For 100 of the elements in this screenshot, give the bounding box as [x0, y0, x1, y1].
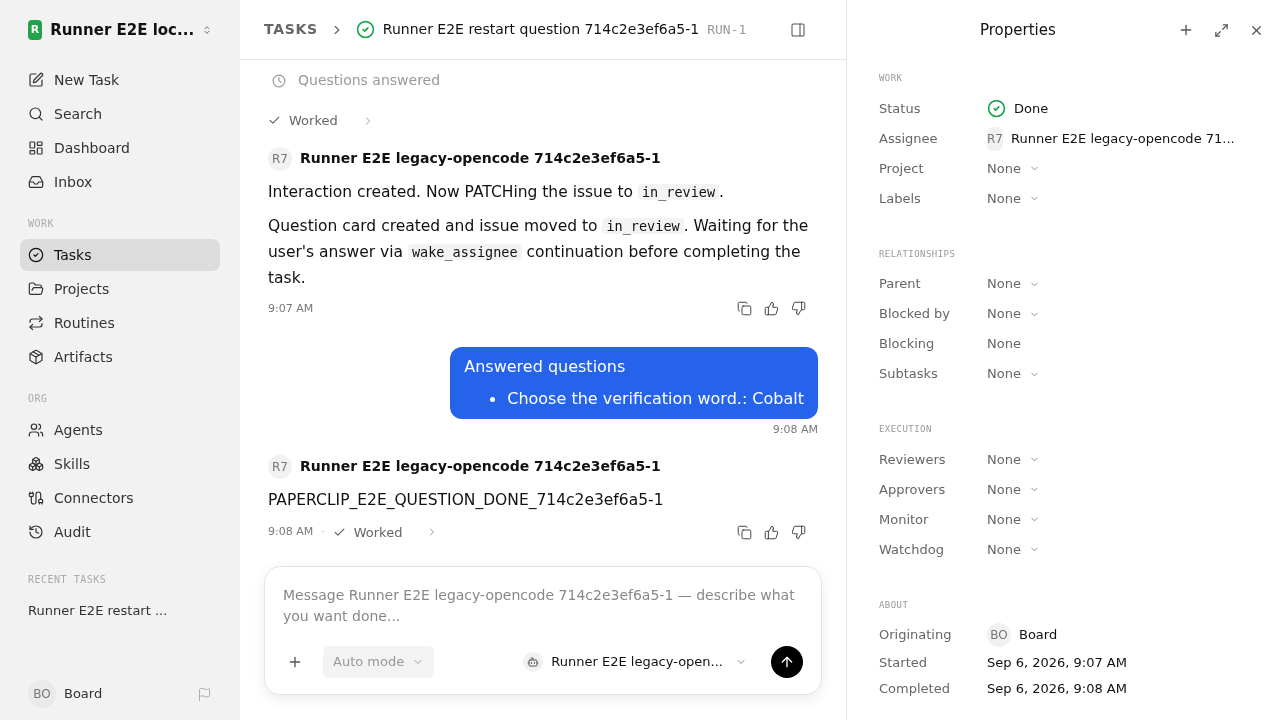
message-title: Answered questions [464, 356, 627, 378]
thumbs-up-icon[interactable] [764, 524, 779, 540]
boxes-icon [28, 456, 44, 472]
author-name: Runner E2E legacy-opencode 714c2e3ef6a5-1 [300, 457, 661, 476]
field-label: Monitor [879, 510, 930, 529]
section-heading: WORK [879, 72, 904, 85]
user-name[interactable]: Board [64, 684, 103, 704]
section-heading: EXECUTION [879, 423, 933, 436]
plus-icon[interactable] [287, 654, 303, 670]
field-label: Reviewers [879, 450, 947, 469]
nav-item[interactable]: Dashboard [20, 132, 220, 164]
nav-item[interactable]: Projects [20, 273, 220, 305]
nav-item[interactable]: Routines [20, 307, 220, 339]
field-label: Subtasks [879, 365, 939, 384]
status-value[interactable]: Done [1014, 98, 1049, 119]
section-heading: WORK [27, 217, 56, 231]
panel-title: Properties [980, 19, 1056, 41]
select-field[interactable]: None [987, 539, 1040, 560]
package-icon [28, 349, 44, 365]
message-text: Interaction created. Now PATCHing the issue to in_review . [268, 181, 725, 203]
folder-icon [28, 281, 44, 297]
field-label: Originating [879, 626, 953, 645]
field-value: None [987, 335, 1021, 354]
person-value[interactable]: Board [1019, 625, 1058, 645]
select-field[interactable]: None [987, 479, 1040, 500]
search-icon [28, 106, 44, 122]
select-field[interactable]: None [987, 304, 1040, 324]
nav-item[interactable]: Tasks [20, 239, 220, 271]
workspace-logo: R [28, 20, 43, 40]
plus-icon[interactable] [1178, 22, 1194, 38]
message-text: Question card created and issue moved to in_review . Waiting for the user's answer via wake_assignee continuation before completing the task. [268, 215, 810, 289]
agent-select[interactable]: Runner E2E legacy-open... [523, 652, 747, 672]
copy-icon[interactable] [737, 524, 752, 540]
dashboard-icon [28, 140, 44, 156]
author-name: Runner E2E legacy-opencode 714c2e3ef6a5-1 [300, 149, 661, 168]
message-text: PAPERCLIP_E2E_QUESTION_DONE_714c2e3ef6a5-1 [268, 489, 665, 511]
field-label: Assignee [879, 129, 939, 148]
recent-task[interactable]: Runner E2E restart ... [20, 601, 220, 621]
nav-item[interactable]: Skills [20, 448, 220, 480]
select-field[interactable]: None [987, 509, 1040, 530]
nav-item[interactable]: Artifacts [20, 341, 220, 373]
worked-toggle[interactable]: Worked [268, 111, 818, 131]
thumbs-down-icon[interactable] [791, 524, 806, 540]
date-value: Sep 6, 2026, 9:07 AM [987, 654, 1127, 673]
check-circle-icon [28, 247, 44, 263]
field-label: Status [879, 99, 922, 118]
thumbs-up-icon[interactable] [764, 301, 779, 317]
workspace-name[interactable]: Runner E2E loc... [50, 18, 195, 42]
select-field[interactable]: None [987, 274, 1040, 294]
nav-item[interactable]: Connectors [20, 482, 220, 514]
history-icon [28, 524, 44, 540]
field-label: Parent [879, 275, 922, 294]
users-icon [28, 422, 44, 438]
field-label: Started [879, 654, 928, 673]
field-label: Blocking [879, 335, 936, 354]
answer-text: Choose the verification word.: Cobalt [507, 388, 804, 410]
bot-icon [523, 652, 544, 672]
avatar: BO [987, 623, 1011, 647]
section-heading: ORG [27, 392, 49, 406]
inbox-icon [28, 174, 44, 190]
message-input[interactable]: Message Runner E2E legacy-opencode 714c2e3ef6a5-1 — describe what you want done... [283, 585, 803, 627]
chevrons-icon[interactable] [202, 23, 212, 37]
select-field[interactable]: None [987, 188, 1040, 209]
select-field[interactable]: None [987, 158, 1040, 179]
nav-item[interactable]: Agents [20, 414, 220, 446]
edit-icon [28, 72, 44, 88]
panel-toggle-icon[interactable] [790, 21, 806, 38]
worked-toggle[interactable]: Worked [332, 522, 439, 542]
select-field[interactable]: None [987, 364, 1040, 384]
field-label: Completed [879, 680, 951, 699]
task-title: Runner E2E restart question 714c2e3ef6a5-1 [382, 20, 700, 39]
nav-item[interactable]: Audit [20, 516, 220, 548]
field-label: Approvers [879, 480, 947, 499]
section-heading: RELATIONSHIPS [879, 247, 957, 261]
nav-item[interactable]: Search [20, 98, 220, 130]
separator-dot: · [321, 524, 325, 540]
person-value[interactable]: Runner E2E legacy-opencode 71... [1011, 128, 1235, 149]
check-circle-icon [355, 20, 375, 39]
event-text: Questions answered [298, 71, 441, 90]
expand-icon[interactable] [1214, 22, 1229, 38]
check-circle-icon [987, 99, 1006, 118]
clock-icon [272, 73, 286, 88]
repeat-icon [28, 315, 44, 331]
plug-icon [28, 490, 44, 506]
avatar: BO [28, 680, 56, 708]
field-label: Labels [879, 189, 922, 208]
section-heading: RECENT TASKS [27, 573, 108, 587]
thumbs-down-icon[interactable] [791, 301, 806, 317]
nav-item[interactable]: New Task [20, 64, 220, 96]
copy-icon[interactable] [737, 301, 752, 317]
run-id: RUN-1 [707, 20, 747, 39]
composer[interactable]: Message Runner E2E legacy-opencode 714c2e3ef6a5-1 — describe what you want done... Auto mode Runner E2E legacy-open... [264, 566, 822, 695]
breadcrumb-link[interactable]: TASKS [264, 19, 318, 40]
timestamp: 9:08 AM [772, 422, 818, 438]
field-label: Watchdog [879, 540, 945, 559]
select-field[interactable]: None [987, 449, 1040, 470]
nav-item[interactable]: Inbox [20, 166, 220, 198]
section-heading: ABOUT [879, 598, 910, 612]
date-value: Sep 6, 2026, 9:08 AM [987, 680, 1127, 699]
send-button[interactable] [771, 646, 803, 678]
